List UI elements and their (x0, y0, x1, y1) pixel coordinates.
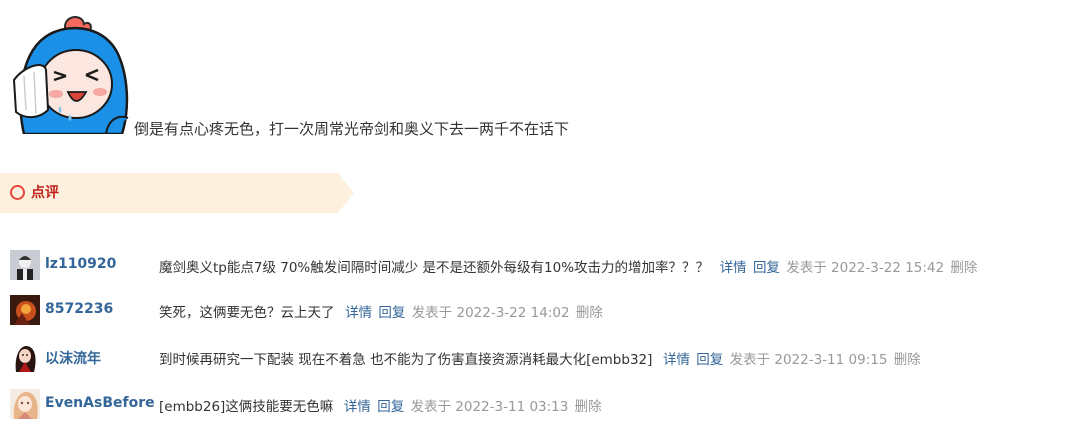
comment-row: EvenAsBefore [embb26]这俩技能要无色嘛 详情 回复 发表于 … (0, 387, 1066, 421)
comment-detail-link[interactable]: 详情 (663, 352, 690, 368)
review-section-title: 点评 (31, 185, 59, 201)
post-content-text: 倒是有点心疼无色，打一次周常光帝剑和奥义下去一两千不在话下 (134, 120, 570, 138)
comment-detail-link[interactable]: 详情 (345, 305, 372, 321)
comment-username[interactable]: lz110920 (45, 256, 116, 272)
comment-line: 到时候再研究一下配装 现在不着急 也不能为了伤害直接资源消耗最大化[embb32… (159, 348, 921, 368)
comment-row: 以沫流年 到时候再研究一下配装 现在不着急 也不能为了伤害直接资源消耗最大化[e… (0, 340, 1066, 374)
comment-username[interactable]: 以沫流年 (45, 348, 101, 368)
user-avatar[interactable] (10, 250, 40, 280)
comment-timestamp: 发表于 2022-3-22 14:02 (411, 305, 570, 321)
circle-icon (10, 185, 25, 200)
comment-row: lz110920 魔剑奥义tp能点7级 70%触发间隔时间减少 是不是还额外每级… (0, 248, 1066, 282)
user-avatar[interactable] (10, 295, 40, 325)
comment-timestamp: 发表于 2022-3-11 03:13 (410, 399, 569, 415)
comment-delete-link[interactable]: 删除 (575, 399, 602, 415)
comment-delete-link[interactable]: 删除 (894, 352, 921, 368)
user-avatar[interactable] (10, 342, 40, 372)
comment-timestamp: 发表于 2022-3-11 09:15 (729, 352, 888, 368)
comment-line: 魔剑奥义tp能点7级 70%触发间隔时间减少 是不是还额外每级有10%攻击力的增… (159, 256, 977, 276)
comment-line: [embb26]这俩技能要无色嘛 详情 回复 发表于 2022-3-11 03:… (159, 395, 602, 415)
comment-delete-link[interactable]: 删除 (950, 260, 977, 276)
comment-delete-link[interactable]: 删除 (576, 305, 603, 321)
comment-detail-link[interactable]: 详情 (720, 260, 747, 276)
comment-row: 8572236 笑死，这俩要无色？云上天了 详情 回复 发表于 2022-3-2… (0, 293, 1066, 327)
mascot-sticker-image (10, 10, 132, 136)
comment-text: 到时候再研究一下配装 现在不着急 也不能为了伤害直接资源消耗最大化[embb32… (159, 352, 653, 368)
comment-timestamp: 发表于 2022-3-22 15:42 (786, 260, 945, 276)
comment-reply-link[interactable]: 回复 (378, 305, 405, 321)
comment-reply-link[interactable]: 回复 (377, 399, 404, 415)
comment-line: 笑死，这俩要无色？云上天了 详情 回复 发表于 2022-3-22 14:02 … (159, 301, 603, 321)
user-avatar[interactable] (10, 389, 40, 419)
comment-username[interactable]: 8572236 (45, 301, 113, 317)
comment-text: 笑死，这俩要无色？云上天了 (159, 305, 335, 321)
comment-text: 魔剑奥义tp能点7级 70%触发间隔时间减少 是不是还额外每级有10%攻击力的增… (159, 260, 710, 276)
comment-username[interactable]: EvenAsBefore (45, 395, 155, 411)
comment-reply-link[interactable]: 回复 (696, 352, 723, 368)
comment-detail-link[interactable]: 详情 (344, 399, 371, 415)
comment-reply-link[interactable]: 回复 (753, 260, 780, 276)
post-comments-area: 倒是有点心疼无色，打一次周常光帝剑和奥义下去一两千不在话下 点评 lz11092… (0, 0, 1066, 442)
comment-text: [embb26]这俩技能要无色嘛 (159, 399, 334, 415)
